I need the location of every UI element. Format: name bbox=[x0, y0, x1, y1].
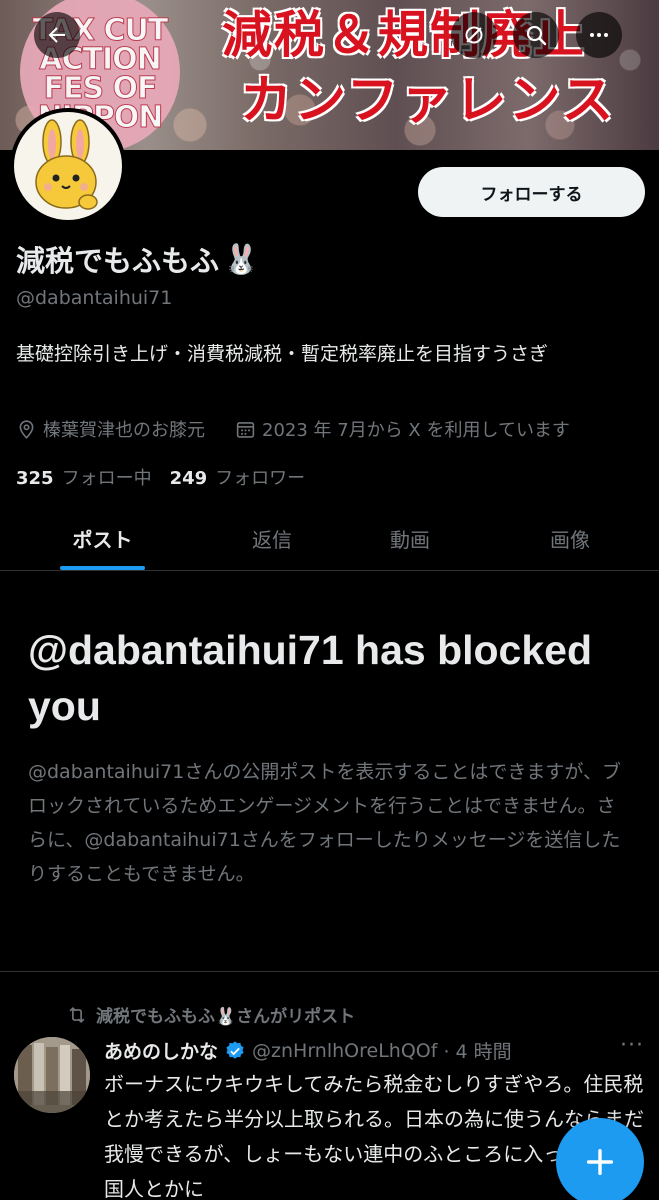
post-author-handle[interactable]: @znHrnlhOreLhQOf bbox=[252, 1040, 437, 1062]
profile-bio: 基礎控除引き上げ・消費税減税・暫定税率廃止を目指すうさぎ bbox=[16, 343, 549, 365]
profile-tabs: ポスト 返信 動画 画像 bbox=[0, 505, 659, 571]
profile-location: 榛葉賀津也のお膝元 bbox=[43, 420, 205, 441]
following-count: 325 bbox=[16, 468, 54, 489]
verified-badge-icon bbox=[226, 1040, 244, 1059]
profile-stats: 325 フォロー中 249 フォロワー bbox=[16, 464, 305, 490]
tab-replies[interactable]: 返信 bbox=[212, 505, 332, 571]
divider bbox=[0, 971, 659, 972]
rabbit-avatar-icon bbox=[35, 119, 98, 210]
more-icon bbox=[590, 33, 608, 37]
profile-avatar[interactable] bbox=[10, 108, 126, 224]
repost-label: 減税でもふもふ🐰さんがリポスト bbox=[96, 1007, 356, 1027]
blocked-title: @dabantaihui71 has blocked you bbox=[28, 627, 593, 729]
compose-button[interactable] bbox=[556, 1118, 644, 1200]
plus-icon bbox=[586, 1148, 614, 1176]
post-more-button[interactable]: ··· bbox=[620, 1033, 644, 1058]
back-button[interactable] bbox=[34, 12, 80, 58]
display-name-text: 減税でもふもふ bbox=[16, 244, 220, 278]
active-tab-indicator bbox=[60, 566, 145, 570]
followers-link[interactable]: 249 フォロワー bbox=[170, 464, 306, 490]
repost-indicator[interactable]: 減税でもふもふ🐰さんがリポスト bbox=[66, 1002, 355, 1027]
search-icon bbox=[526, 25, 547, 46]
tab-videos[interactable]: 動画 bbox=[350, 505, 470, 571]
banner-title-line2: カンファレンス bbox=[240, 71, 616, 131]
arrow-left-icon bbox=[48, 27, 65, 43]
blocked-description: @dabantaihui71さんの公開ポストを表示することはできますが、ブロック… bbox=[28, 761, 621, 885]
tab-posts[interactable]: ポスト bbox=[40, 505, 165, 571]
calendar-icon bbox=[236, 421, 255, 438]
search-button[interactable] bbox=[513, 12, 559, 58]
grok-icon bbox=[465, 26, 483, 44]
follow-button[interactable]: フォローする bbox=[418, 167, 645, 217]
post-time: · 4 時間 bbox=[443, 1041, 512, 1063]
display-name: 減税でもふもふ 🐰 bbox=[16, 238, 259, 280]
post-author-avatar[interactable] bbox=[14, 1037, 90, 1113]
post-header: あめのしかな @znHrnlhOreLhQOf · 4 時間 ··· bbox=[104, 1033, 644, 1064]
following-link[interactable]: 325 フォロー中 bbox=[16, 464, 152, 490]
grok-button[interactable] bbox=[451, 12, 497, 58]
more-options-button[interactable] bbox=[576, 12, 622, 58]
profile-handle: @dabantaihui71 bbox=[16, 287, 173, 309]
post-author-name[interactable]: あめのしかな bbox=[104, 1037, 218, 1064]
location-pin-icon bbox=[19, 419, 34, 439]
rabbit-emoji-icon: 🐰 bbox=[223, 241, 260, 276]
followers-count: 249 bbox=[169, 468, 208, 489]
avatar-photo bbox=[14, 1037, 90, 1113]
following-label: フォロー中 bbox=[61, 468, 152, 489]
profile-meta: 榛葉賀津也のお膝元 2023 年 7月から X を利用しています bbox=[16, 416, 656, 442]
followers-label: フォロワー bbox=[215, 468, 306, 489]
repost-icon bbox=[69, 1006, 85, 1023]
tab-images[interactable]: 画像 bbox=[510, 505, 630, 571]
profile-joined-date: 2023 年 7月から X を利用しています bbox=[262, 420, 570, 441]
badge-line: FES OF bbox=[43, 71, 158, 106]
